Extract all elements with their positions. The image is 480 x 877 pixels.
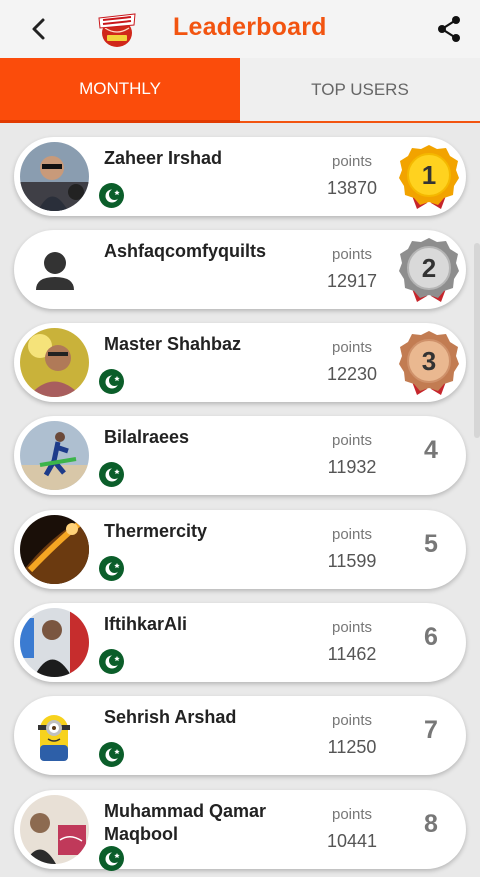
- points-label: points: [331, 712, 373, 729]
- user-photo-icon: [20, 515, 89, 584]
- points-label: points: [331, 432, 373, 449]
- avatar: [20, 515, 89, 584]
- leaderboard-row-6[interactable]: IftihkarAli points 11462 6: [14, 603, 466, 682]
- cricket-ball-logo-icon: [98, 13, 136, 47]
- leaderboard-row-5[interactable]: Thermercity points 11599 5: [14, 510, 466, 589]
- points-label: points: [331, 153, 373, 170]
- user-name: Master Shahbaz: [104, 334, 242, 354]
- scrollbar-thumb[interactable]: [474, 243, 480, 438]
- points-value: 12230: [326, 364, 378, 384]
- bronze-medal-icon: 3: [399, 331, 459, 395]
- avatar: [20, 235, 89, 304]
- rank-number: 2: [422, 253, 436, 283]
- rank-number: 1: [422, 160, 436, 190]
- points-label: points: [331, 526, 373, 543]
- pakistan-flag-icon: [99, 649, 124, 674]
- leaderboard-row-1[interactable]: Zaheer Irshad points 13870 1: [14, 137, 466, 216]
- points-label: points: [331, 619, 373, 636]
- default-user-icon: [36, 252, 74, 290]
- rank-number: 7: [424, 716, 438, 744]
- pakistan-flag-icon: [99, 369, 124, 394]
- user-name: IftihkarAli: [104, 614, 188, 634]
- user-name: Muhammad Qamar Maqbool: [104, 801, 267, 844]
- avatar: [20, 421, 89, 490]
- avatar: [20, 795, 89, 864]
- user-photo-icon: [20, 421, 89, 490]
- user-name: Bilalraees: [104, 427, 190, 447]
- rank-number: 3: [422, 346, 436, 376]
- user-name: Zaheer Irshad: [104, 148, 223, 168]
- user-photo-icon: [20, 608, 89, 677]
- minion-avatar-icon: [38, 715, 70, 761]
- back-arrow-icon: [32, 18, 45, 40]
- leaderboard-row-7[interactable]: Sehrish Arshad points 11250 7: [14, 696, 466, 775]
- rank-number: 5: [424, 530, 438, 558]
- points-value: 10441: [326, 831, 378, 851]
- points-value: 11932: [327, 457, 377, 477]
- silver-medal-icon: 2: [399, 238, 459, 302]
- points-value: 13870: [326, 178, 378, 198]
- points-value: 11462: [327, 644, 377, 664]
- tab-top-users[interactable]: TOP USERS: [240, 58, 480, 123]
- leaderboard-row-8[interactable]: Muhammad Qamar Maqbool points 10441 8: [14, 790, 466, 871]
- points-value: 12917: [326, 271, 378, 291]
- user-name: Ashfaqcomfyquilts: [104, 241, 267, 261]
- points-label: points: [331, 339, 373, 356]
- user-photo-icon: [20, 142, 89, 211]
- app-logo: [96, 8, 138, 50]
- avatar: [20, 328, 89, 397]
- app-bar: Leaderboard: [0, 0, 480, 58]
- leaderboard-row-3[interactable]: Master Shahbaz points 12230 3: [14, 323, 466, 402]
- pakistan-flag-icon: [99, 556, 124, 581]
- gold-medal-icon: 1: [399, 145, 459, 209]
- pakistan-flag-icon: [99, 183, 124, 208]
- avatar: [20, 701, 89, 770]
- share-icon: [438, 16, 460, 42]
- pakistan-flag-icon: [99, 846, 124, 871]
- points-value: 11250: [327, 737, 377, 757]
- avatar: [20, 142, 89, 211]
- points-label: points: [331, 806, 373, 823]
- leaderboard-row-2[interactable]: Ashfaqcomfyquilts points 12917 2: [14, 230, 466, 309]
- back-button[interactable]: [22, 12, 56, 46]
- tab-bar: MONTHLY TOP USERS: [0, 58, 480, 123]
- share-button[interactable]: [432, 12, 466, 46]
- leaderboard-row-4[interactable]: Bilalraees points 11932 4: [14, 416, 466, 495]
- pakistan-flag-icon: [99, 462, 124, 487]
- tab-monthly[interactable]: MONTHLY: [0, 58, 240, 123]
- user-photo-icon: [20, 328, 89, 397]
- rank-number: 6: [424, 623, 438, 651]
- page-title: Leaderboard: [173, 13, 327, 41]
- rank-number: 4: [424, 436, 438, 464]
- pakistan-flag-icon: [99, 742, 124, 767]
- user-photo-icon: [20, 795, 89, 864]
- points-label: points: [331, 246, 373, 263]
- user-name: Thermercity: [104, 521, 208, 541]
- user-name: Sehrish Arshad: [104, 707, 237, 727]
- points-value: 11599: [327, 551, 377, 571]
- rank-number: 8: [424, 810, 438, 838]
- avatar: [20, 608, 89, 677]
